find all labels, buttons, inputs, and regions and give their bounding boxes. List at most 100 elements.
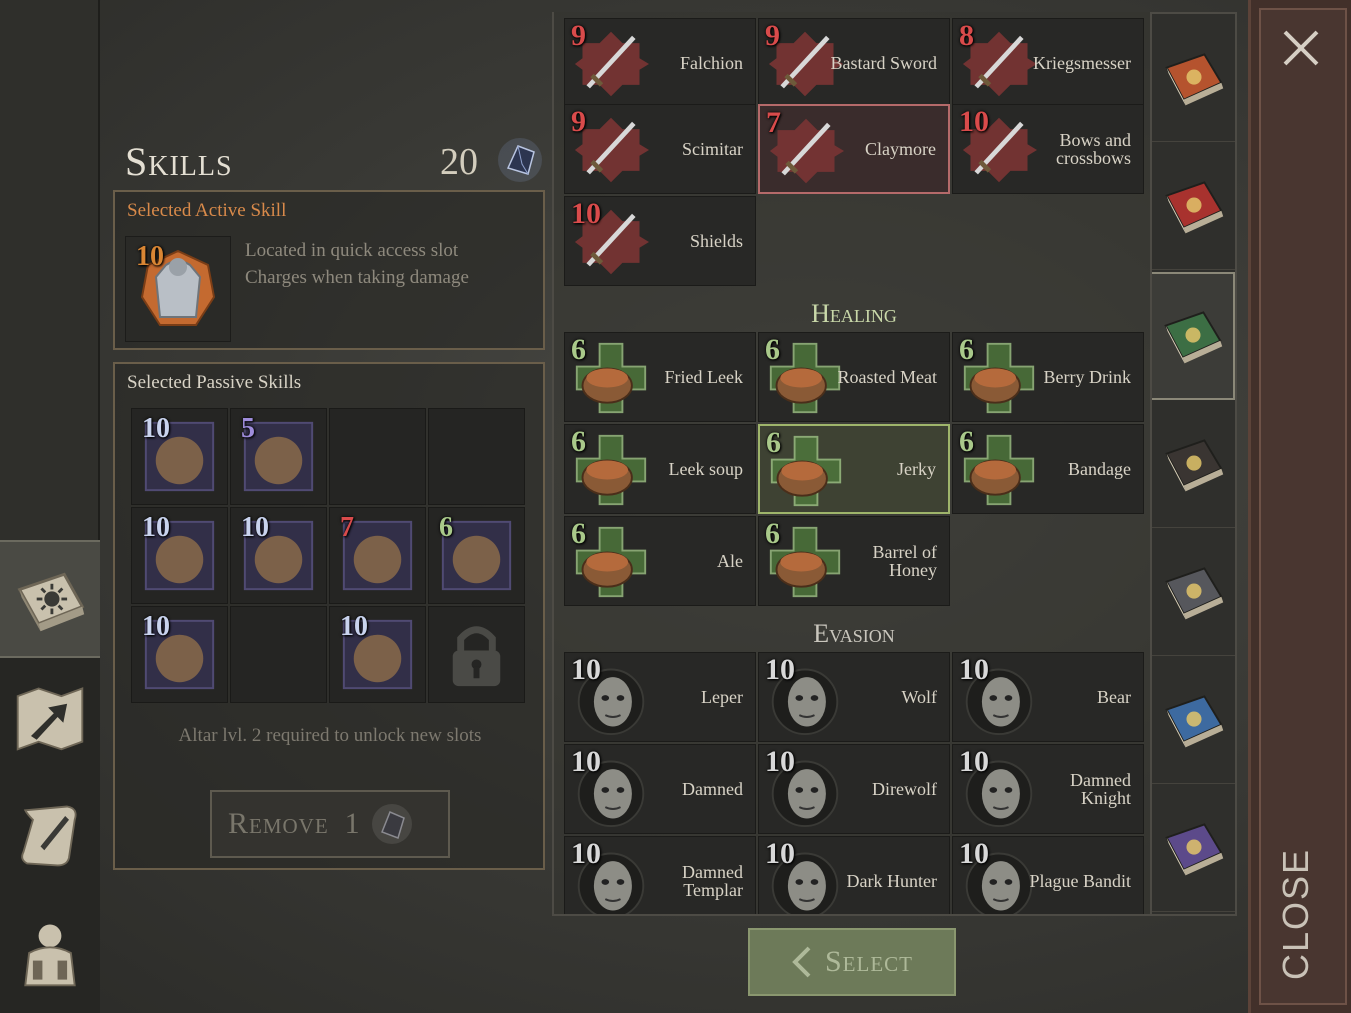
category-tab[interactable] (1152, 784, 1235, 912)
healing-skill-cell[interactable]: 6 Berry Drink (952, 332, 1144, 422)
close-panel[interactable]: CLOSE (1248, 0, 1351, 1013)
skill-level: 10 (959, 105, 989, 138)
healing-skill-cell[interactable]: 6 Leek soup (564, 424, 756, 514)
skill-level: 10 (571, 745, 601, 778)
weapon-skill-cell[interactable]: 7 Claymore (758, 104, 950, 194)
weapon-skill-cell[interactable]: 9 Falchion (564, 18, 756, 108)
evasion-section-title: Evasion (813, 619, 895, 648)
evasion-skill-cell[interactable]: 10 Dark Hunter (758, 836, 950, 914)
skill-name: Barrel of Honey (872, 542, 937, 580)
skill-level: 10 (959, 837, 989, 870)
passive-slot[interactable] (428, 606, 525, 703)
chevron-left-icon (792, 946, 811, 978)
weapon-skill-cell[interactable]: 9 Bastard Sword (758, 18, 950, 108)
healing-skill-cell[interactable]: 6 Barrel of Honey (758, 516, 950, 606)
passive-slot-level: 5 (241, 413, 255, 444)
active-skill-panel: Selected Active Skill 10 Located in quic… (113, 190, 545, 350)
healing-book-icon (1163, 311, 1222, 364)
sun-book-icon (1164, 52, 1223, 105)
active-skill-slot[interactable]: 10 (125, 236, 231, 342)
passive-slot[interactable] (230, 606, 327, 703)
evasion-skill-cell[interactable]: 10 Damned Templar (564, 836, 756, 914)
skill-level: 9 (765, 19, 780, 52)
evasion-skill-cell[interactable]: 10 Bear (952, 652, 1144, 742)
passive-slot-level: 10 (241, 512, 269, 543)
skill-level: 10 (571, 197, 601, 230)
nav-skills-button[interactable] (0, 540, 100, 658)
skill-level: 9 (571, 19, 586, 52)
sword-book-icon (1164, 180, 1223, 233)
skill-level: 6 (571, 517, 586, 550)
weapon-skill-cell[interactable]: 10 Shields (564, 196, 756, 286)
skill-name: Ale (717, 551, 743, 571)
skill-level: 9 (571, 105, 586, 138)
evasion-skill-cell[interactable]: 10 Damned Knight (952, 744, 1144, 834)
healing-skill-cell[interactable]: 6 Fried Leek (564, 332, 756, 422)
category-tab[interactable] (1152, 656, 1235, 784)
quest-scroll-icon (21, 805, 77, 867)
weapon-skill-cell[interactable]: 10 Bows and crossbows (952, 104, 1144, 194)
passive-slot[interactable] (329, 408, 426, 505)
page-title: Skills (125, 139, 233, 184)
passive-slot[interactable]: 7 (329, 507, 426, 604)
nav-character-button[interactable] (0, 894, 100, 1012)
select-button[interactable]: Select (748, 928, 956, 996)
weapon-skill-cell[interactable]: 8 Kriegsmesser (952, 18, 1144, 108)
skill-level: 10 (959, 745, 989, 778)
skill-points-count: 20 (440, 141, 478, 183)
evasion-skill-cell[interactable]: 10 Leper (564, 652, 756, 742)
nav-map-button[interactable] (0, 658, 100, 776)
passive-slot-level: 10 (340, 611, 368, 642)
skill-level: 8 (959, 19, 974, 52)
active-skill-line-1: Located in quick access slot (245, 240, 459, 261)
skill-name: Scimitar (682, 139, 743, 159)
shield-book-icon (1164, 694, 1223, 747)
skill-name: Leek soup (668, 459, 743, 479)
passive-slot[interactable] (428, 408, 525, 505)
passive-slot[interactable]: 10 (131, 507, 228, 604)
skill-level: 6 (571, 333, 586, 366)
crystal-gem-icon (498, 138, 542, 182)
skill-list-panel: Healing Evasion 9 Falchion 9 Bastard Sword 8… (552, 12, 1152, 916)
padlock-icon (452, 626, 501, 687)
weapon-skill-cell[interactable]: 9 Scimitar (564, 104, 756, 194)
passive-skills-panel: Selected Passive Skills 10 5 10 10 7 6 10 10 Al… (113, 362, 545, 870)
healing-skill-cell[interactable]: 6 Roasted Meat (758, 332, 950, 422)
passive-slot[interactable]: 10 (131, 408, 228, 505)
skill-name: Claymore (865, 139, 936, 159)
evasion-skill-cell[interactable]: 10 Wolf (758, 652, 950, 742)
skill-level: 6 (571, 425, 586, 458)
category-tab[interactable] (1152, 14, 1235, 142)
category-tabs (1152, 12, 1237, 916)
skill-level: 10 (959, 653, 989, 686)
passive-slot[interactable]: 5 (230, 408, 327, 505)
skill-name: Roasted Meat (837, 367, 937, 387)
magic-book-icon (1164, 822, 1223, 875)
skill-level: 10 (765, 745, 795, 778)
passive-slot[interactable]: 6 (428, 507, 525, 604)
evasion-skill-cell[interactable]: 10 Damned (564, 744, 756, 834)
remove-button[interactable]: Remove 1 (210, 790, 450, 858)
altar-requirement-note: Altar lvl. 2 required to unlock new slot… (178, 725, 482, 746)
active-skill-title: Selected Active Skill (127, 200, 287, 221)
category-tab[interactable] (1152, 142, 1235, 270)
close-icon[interactable] (1271, 18, 1331, 78)
category-tab[interactable] (1152, 400, 1235, 528)
evasion-skill-cell[interactable]: 10 Direwolf (758, 744, 950, 834)
nav-quests-button[interactable] (0, 776, 100, 894)
evasion-skill-cell[interactable]: 10 Plague Bandit (952, 836, 1144, 914)
healing-skill-cell[interactable]: 6 Jerky (758, 424, 950, 514)
skill-name: Bandage (1068, 459, 1131, 479)
skill-level: 10 (765, 653, 795, 686)
passive-slot[interactable]: 10 (230, 507, 327, 604)
healing-skill-cell[interactable]: 6 Ale (564, 516, 756, 606)
skill-name: Leper (701, 687, 743, 707)
skill-name: Damned Templar (682, 862, 743, 900)
passive-slot-level: 10 (142, 413, 170, 444)
category-tab[interactable] (1152, 272, 1235, 400)
passive-slot[interactable]: 10 (329, 606, 426, 703)
active-skill-level: 10 (136, 241, 164, 272)
category-tab[interactable] (1152, 528, 1235, 656)
passive-slot[interactable]: 10 (131, 606, 228, 703)
healing-skill-cell[interactable]: 6 Bandage (952, 424, 1144, 514)
